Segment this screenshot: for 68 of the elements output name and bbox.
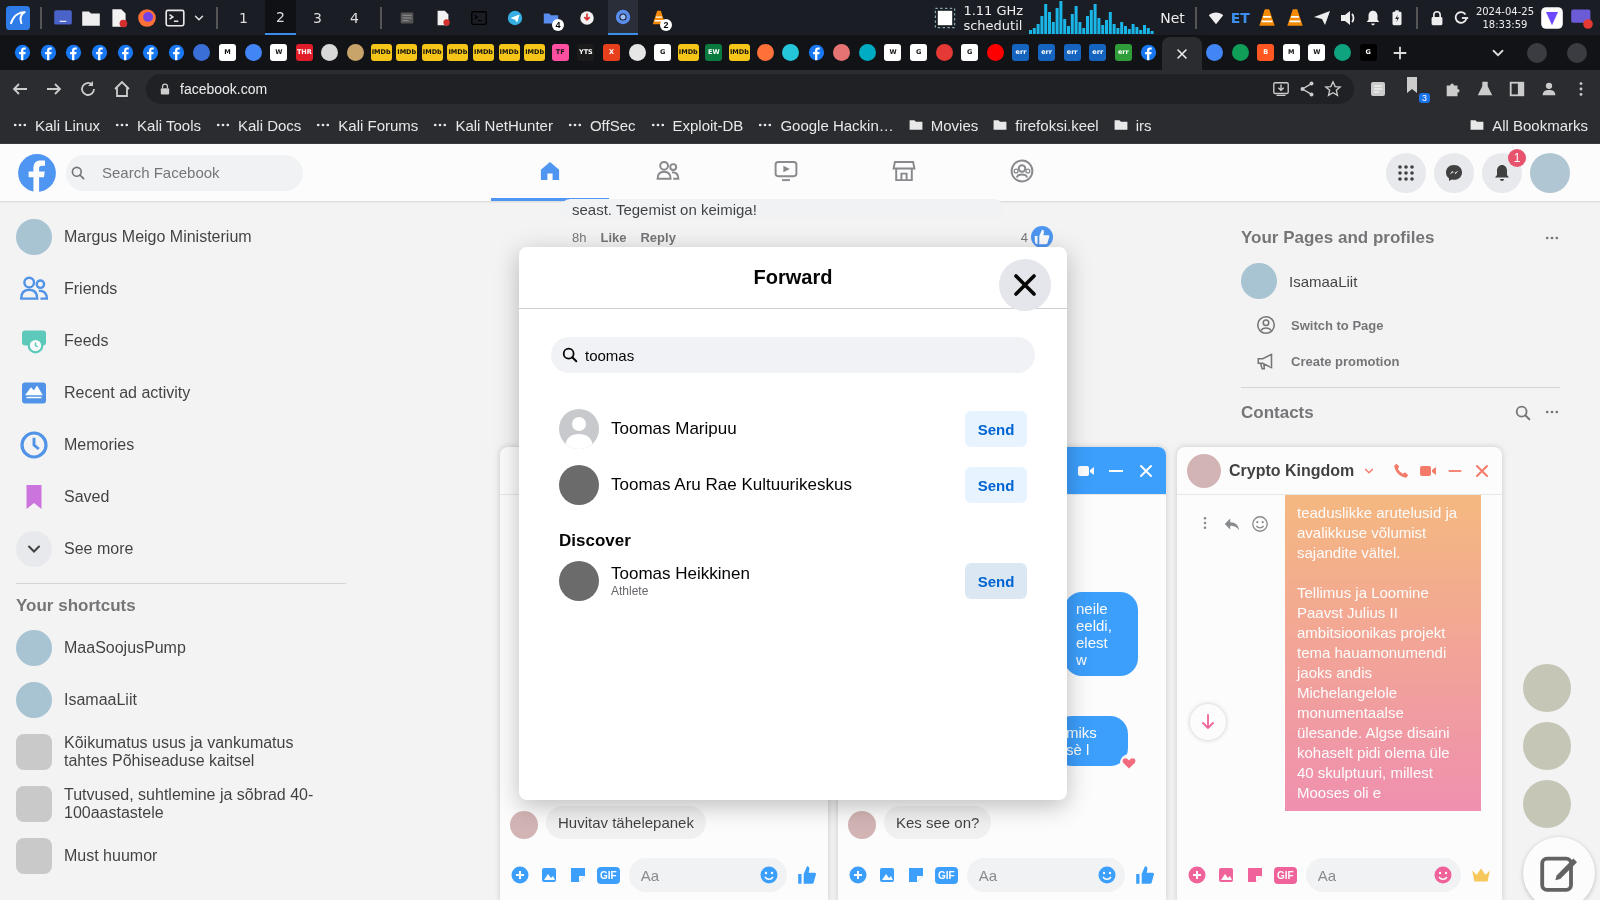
reaction-count: 4 — [1020, 229, 1028, 245]
sidebar-item[interactable]: Margus Meigo Ministerium — [16, 211, 484, 263]
page-name[interactable]: IsamaaLiit — [1289, 272, 1358, 290]
contact-name: Toomas Heikkinen — [611, 564, 751, 584]
bookmark[interactable]: Exploit-DB — [649, 116, 744, 134]
cpu-governor: schedutil — [963, 17, 1024, 33]
search-field[interactable]: Search Facebook — [66, 154, 303, 191]
comment-action[interactable]: Reply — [640, 229, 676, 245]
extension-button[interactable]: 3 — [1402, 74, 1430, 103]
section-heading: Your Pages and profiles — [1241, 228, 1435, 248]
clock: 18:33:59 — [1482, 17, 1528, 31]
bookmark[interactable]: Kali Tools — [114, 116, 201, 134]
network-label: Net — [1160, 9, 1185, 26]
send-button[interactable]: Send — [965, 563, 1027, 599]
bookmark[interactable]: OffSec — [566, 116, 636, 134]
shortcut-item[interactable]: IsamaaLiit — [16, 674, 484, 726]
message-bubble: neile eeldi, elest w — [1064, 592, 1138, 676]
page-action[interactable]: Switch to Page — [1241, 307, 1560, 343]
keyboard-layout[interactable]: ET — [1230, 9, 1250, 26]
bookmark[interactable]: Kali Linux — [12, 116, 101, 134]
message-field[interactable]: Aa — [966, 858, 1125, 892]
cpu-frequency: 1.11 GHz — [963, 2, 1024, 18]
contact-name: Toomas Aru Rae Kultuurikeskus — [611, 475, 853, 495]
contact-name: Toomas Maripuu — [611, 419, 738, 439]
message-bubble: Kes see on? — [884, 806, 992, 839]
bookmark[interactable]: firefoksi.keel — [992, 116, 1099, 134]
message-bubble: Huvitav tähelepanek — [546, 806, 706, 839]
section-heading: Your shortcuts — [16, 596, 136, 616]
search-field[interactable]: toomas — [551, 337, 1035, 373]
send-button[interactable]: Send — [965, 411, 1027, 447]
section-heading: Contacts — [1241, 403, 1314, 423]
workspace-button[interactable]: 3 — [302, 0, 333, 35]
sidebar-item[interactable]: Recent ad activity — [16, 367, 484, 419]
comment-action[interactable]: Like — [600, 229, 627, 245]
shortcut-item[interactable]: Kõikumatus usus ja vankumatus tahtes Põhiseaduse kaitsel — [16, 726, 484, 778]
bookmark[interactable]: Google Hackin… — [757, 116, 894, 134]
taskbar-window[interactable]: 4 — [536, 0, 566, 35]
shortcut-item[interactable]: Tutvused, suhtlemine ja sõbrad 40-100aastastele — [16, 778, 484, 830]
send-button[interactable]: Send — [965, 467, 1027, 503]
workspace-button[interactable]: 4 — [339, 0, 370, 35]
workspace-button[interactable]: 1 — [228, 0, 259, 35]
comment-time: 8h — [572, 229, 587, 245]
page-action[interactable]: Create promotion — [1241, 343, 1560, 379]
bookmark[interactable]: Kali Docs — [215, 116, 302, 134]
bookmark[interactable]: Movies — [907, 116, 979, 134]
bookmark[interactable]: irs — [1112, 116, 1152, 134]
sidebar-item[interactable]: See more — [16, 523, 484, 575]
bookmark[interactable]: Kali NetHunter — [432, 116, 553, 134]
section-heading: Discover — [558, 530, 632, 552]
address-bar[interactable]: facebook.com — [146, 73, 1354, 104]
bookmark[interactable]: Kali Forums — [315, 116, 419, 134]
sidebar-item[interactable]: Feeds — [16, 315, 484, 367]
message-field[interactable]: Aa — [1305, 858, 1461, 892]
message-bubble: teaduslikke arutelusid ja avalikkuse võlumist sajandite vältel. Tellimus ja Loomine Paavst Julius II ambitsioonikas projekt tema hauamonumendi jaoks andis Michelangelole monumentaalse ülesande. Algse disaini kohaselt pidi olema üle 40 skulptuuri, millest Mooses oli e — [1285, 495, 1481, 811]
date: 2024-04-25 — [1475, 4, 1534, 18]
workspace-button[interactable]: 2 — [265, 0, 296, 35]
message-field[interactable]: Aa — [628, 858, 787, 892]
taskbar-window[interactable]: 2 — [644, 0, 674, 35]
sidebar-item[interactable]: Saved — [16, 471, 484, 523]
notification-badge: 1 — [1508, 148, 1526, 167]
dialog-title: Forward — [753, 266, 833, 289]
sidebar-item[interactable]: Memories — [16, 419, 484, 471]
contact-subtitle: Athlete — [611, 584, 650, 598]
sidebar-item[interactable]: Friends — [16, 263, 484, 315]
chat-title[interactable]: Crypto Kingdom — [1229, 461, 1355, 480]
all-bookmarks-button[interactable]: All Bookmarks — [1469, 116, 1588, 134]
shortcut-item[interactable]: Must huumor — [16, 830, 484, 882]
shortcut-item[interactable]: MaaSoojusPump — [16, 622, 484, 674]
